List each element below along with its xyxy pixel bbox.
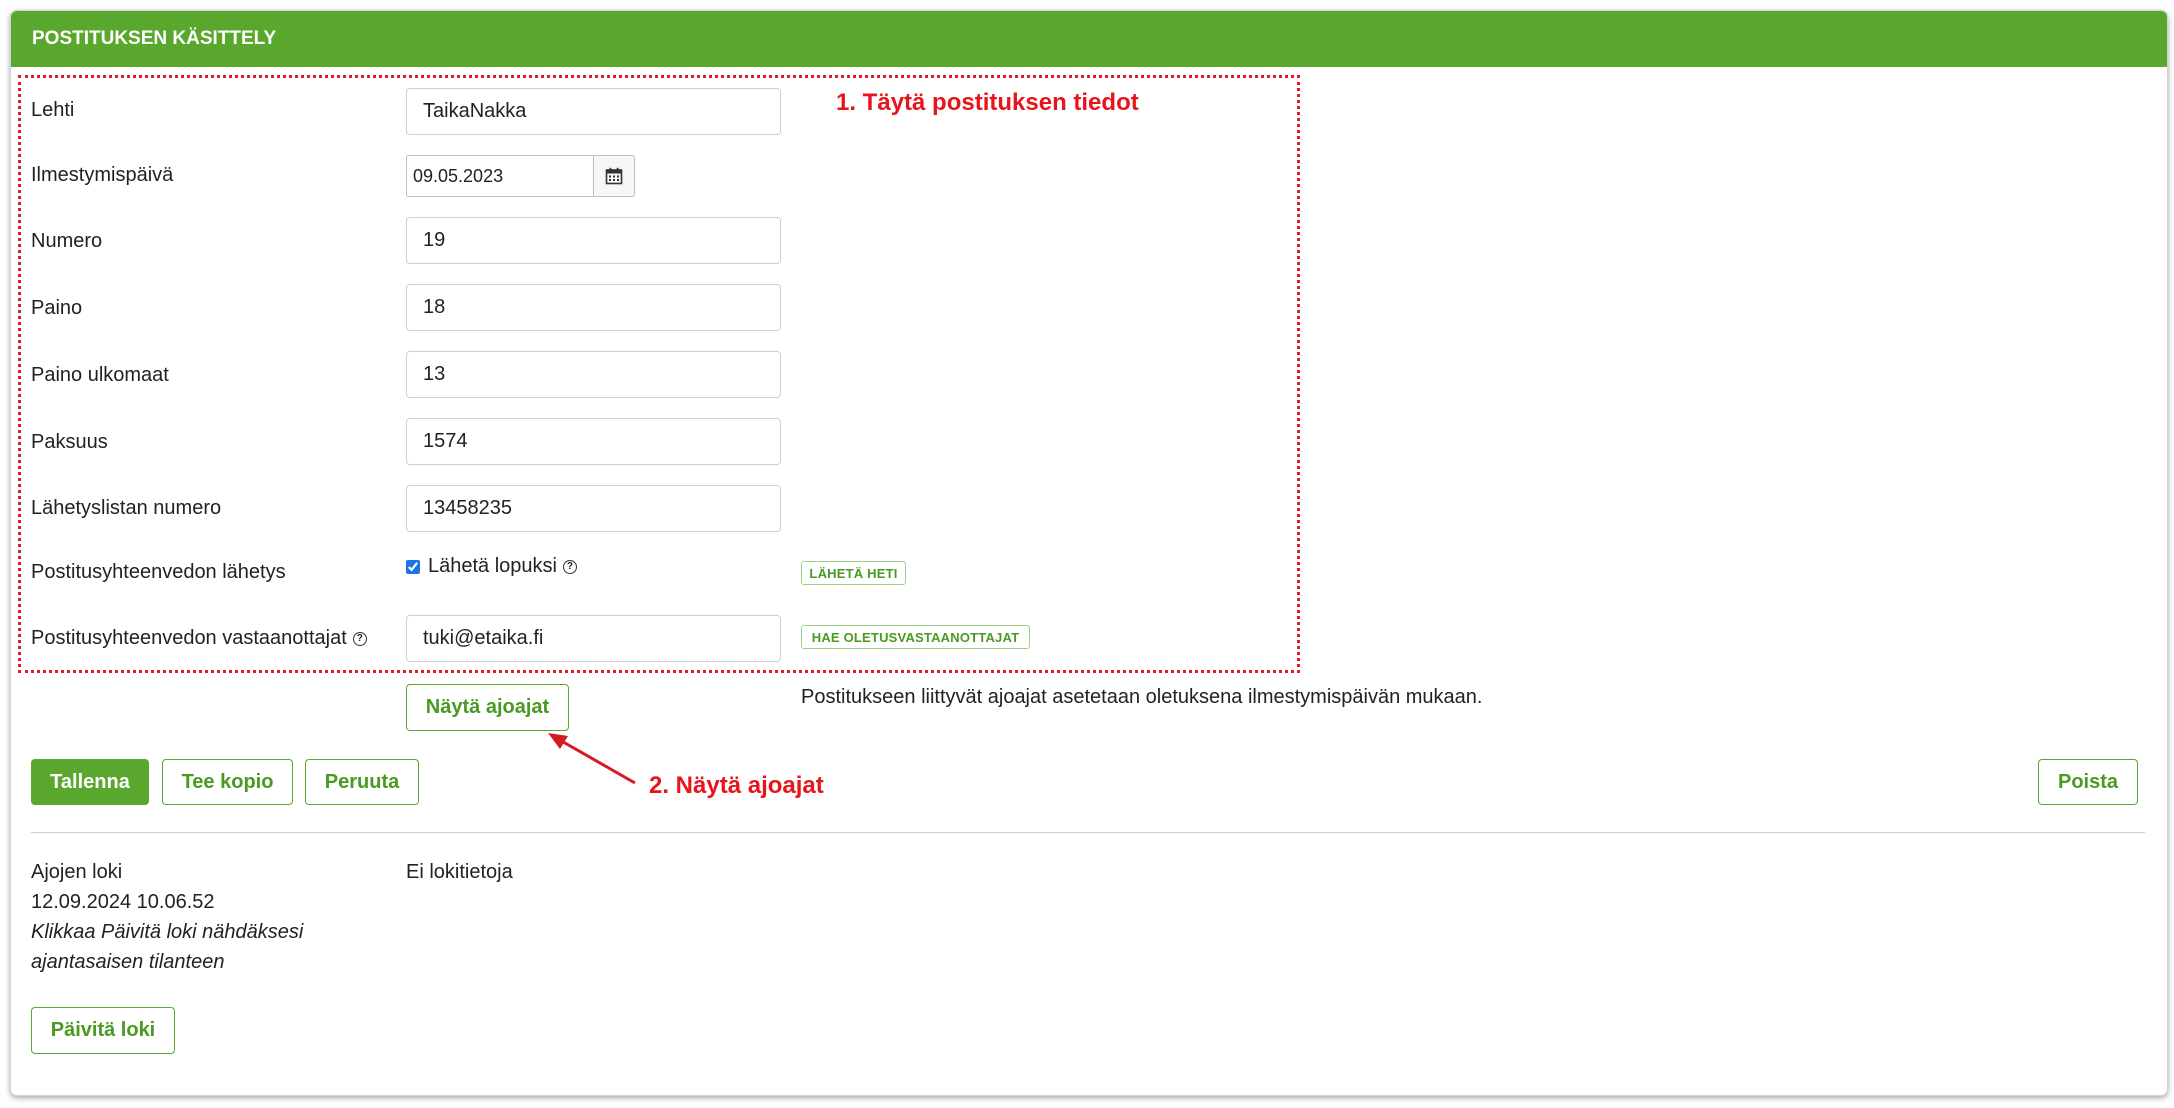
log-hint-line2: ajantasaisen tilanteen xyxy=(31,951,225,973)
paino-label: Paino xyxy=(31,297,83,319)
ilmestymispaiva-value: 09.05.2023 xyxy=(413,165,504,186)
log-title: Ajojen loki xyxy=(31,861,123,883)
paksuus-label: Paksuus xyxy=(31,431,108,453)
laheta-lopuksi-label: Lähetä lopuksi xyxy=(428,555,557,577)
numero-input[interactable]: 19 xyxy=(406,217,781,264)
paksuus-value: 1574 xyxy=(423,430,468,452)
annotation-step1: 1. Täytä postituksen tiedot xyxy=(836,89,1139,116)
annotation-arrow xyxy=(548,733,636,785)
log-section: Ajojen loki 12.09.2024 10.06.52 Klikkaa … xyxy=(31,857,303,977)
ilmestymispaiva-input[interactable]: 09.05.2023 xyxy=(406,155,594,197)
ilmestymispaiva-label: Ilmestymispäivä xyxy=(31,164,174,186)
paino-ulkomaat-input[interactable]: 13 xyxy=(406,351,781,398)
lehti-value: TaikaNakka xyxy=(423,100,527,122)
ajoajat-note: Postitukseen liittyvät ajoajat asetetaan… xyxy=(801,686,1483,708)
laheta-lopuksi-checkbox[interactable] xyxy=(406,559,420,574)
laheta-heti-button[interactable]: LÄHETÄ HETI xyxy=(801,561,906,585)
paino-ulkomaat-label: Paino ulkomaat xyxy=(31,364,169,386)
hae-oletusvastaanottajat-button[interactable]: HAE OLETUSVASTAANOTTAJAT xyxy=(801,625,1030,649)
laheta-lopuksi-checkbox-row: Lähetä lopuksi ? xyxy=(406,555,577,578)
tee-kopio-button[interactable]: Tee kopio xyxy=(162,759,293,805)
lahetyslistan-numero-label: Lähetyslistan numero xyxy=(31,497,222,519)
tallenna-button[interactable]: Tallenna xyxy=(31,759,149,805)
log-hint-line1: Klikkaa Päivitä loki nähdäksesi xyxy=(31,921,304,943)
lahetys-label: Postitusyhteenvedon lähetys xyxy=(31,561,286,583)
lehti-input[interactable]: TaikaNakka xyxy=(406,88,781,135)
annotation-step2: 2. Näytä ajoajat xyxy=(649,772,824,799)
paivita-loki-button[interactable]: Päivitä loki xyxy=(31,1007,175,1054)
log-timestamp: 12.09.2024 10.06.52 xyxy=(31,891,215,913)
calendar-button[interactable] xyxy=(594,155,635,197)
divider xyxy=(31,832,2145,833)
paino-value: 18 xyxy=(423,296,446,318)
numero-label: Numero xyxy=(31,230,103,252)
lahetyslistan-numero-value: 13458235 xyxy=(423,497,512,519)
lehti-label: Lehti xyxy=(31,99,75,121)
help-icon[interactable]: ? xyxy=(352,631,367,646)
paino-input[interactable]: 18 xyxy=(406,284,781,331)
vastaanottajat-value: tuki@etaika.fi xyxy=(423,627,544,649)
numero-value: 19 xyxy=(423,229,446,251)
vastaanottajat-label: Postitusyhteenvedon vastaanottajat xyxy=(31,627,347,649)
log-value: Ei lokitietoja xyxy=(406,861,513,883)
peruuta-button[interactable]: Peruuta xyxy=(305,759,419,805)
nayta-ajoajat-button[interactable]: Näytä ajoajat xyxy=(406,684,569,731)
vastaanottajat-input[interactable]: tuki@etaika.fi xyxy=(406,615,781,662)
calendar-icon xyxy=(605,167,623,185)
help-icon[interactable]: ? xyxy=(562,559,577,574)
paksuus-input[interactable]: 1574 xyxy=(406,418,781,465)
poista-button[interactable]: Poista xyxy=(2038,759,2138,805)
lahetyslistan-numero-input[interactable]: 13458235 xyxy=(406,485,781,532)
paino-ulkomaat-value: 13 xyxy=(423,363,446,385)
panel-title: POSTITUKSEN KÄSITTELY xyxy=(11,11,2167,67)
vastaanottajat-label-row: Postitusyhteenvedon vastaanottajat ? xyxy=(31,627,367,650)
